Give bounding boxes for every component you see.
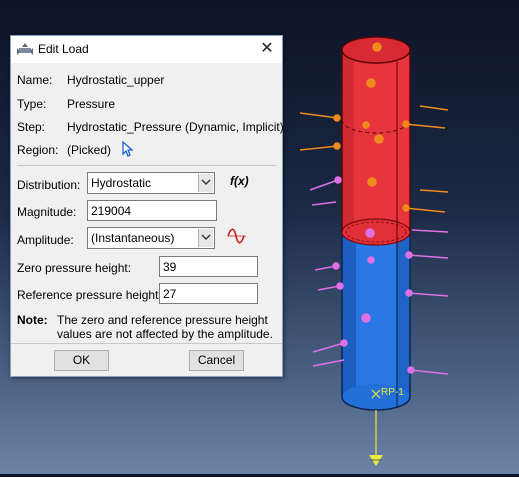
edit-load-dialog: Edit Load ✕ Name: Hydrostatic_upper Type… xyxy=(10,35,284,377)
name-value: Hydrostatic_upper xyxy=(67,73,165,87)
dialog-titlebar[interactable]: Edit Load ✕ xyxy=(11,36,282,63)
note-label: Note: xyxy=(17,313,48,327)
reference-pressure-height-value: 27 xyxy=(163,287,177,301)
amplitude-select[interactable]: (Instantaneous) xyxy=(87,227,215,249)
reference-pressure-height-label: Reference pressure height: xyxy=(17,288,162,302)
zero-pressure-height-value: 39 xyxy=(163,260,177,274)
reference-pressure-height-field[interactable]: 27 xyxy=(159,283,258,304)
distribution-select[interactable]: Hydrostatic xyxy=(87,172,215,194)
reference-point-label: RP-1 xyxy=(381,387,404,398)
zero-pressure-height-field[interactable]: 39 xyxy=(159,256,258,277)
separator xyxy=(11,343,282,344)
amplitude-wave-icon[interactable] xyxy=(227,227,247,248)
magnitude-field[interactable]: 219004 xyxy=(87,200,217,221)
ok-button[interactable]: OK xyxy=(54,350,109,371)
amplitude-label: Amplitude: xyxy=(17,233,74,247)
cancel-button[interactable]: Cancel xyxy=(189,350,244,371)
type-value: Pressure xyxy=(67,97,116,111)
close-button[interactable]: ✕ xyxy=(255,38,279,60)
magnitude-field-value: 219004 xyxy=(91,204,132,218)
chevron-down-icon[interactable] xyxy=(198,229,213,247)
distribution-select-value: Hydrostatic xyxy=(91,176,152,190)
name-label: Name: xyxy=(17,73,53,87)
distribution-label: Distribution: xyxy=(17,178,81,192)
region-pick-cursor-icon[interactable] xyxy=(121,140,135,160)
region-value: (Picked) xyxy=(67,143,112,157)
chevron-down-icon[interactable] xyxy=(198,174,213,192)
separator xyxy=(17,165,276,166)
note-text: The zero and reference pressure height v… xyxy=(57,313,273,341)
region-label: Region: xyxy=(17,143,59,157)
magnitude-label: Magnitude: xyxy=(17,205,77,219)
lower-cylinder[interactable] xyxy=(341,232,411,411)
edit-load-icon xyxy=(17,42,33,58)
dialog-title: Edit Load xyxy=(38,42,89,56)
zero-pressure-height-label: Zero pressure height: xyxy=(17,261,132,275)
type-label: Type: xyxy=(17,97,47,111)
step-value: Hydrostatic_Pressure (Dynamic, Implicit) xyxy=(67,120,284,134)
amplitude-select-value: (Instantaneous) xyxy=(91,231,175,245)
step-label: Step: xyxy=(17,120,46,134)
fx-button[interactable]: f(x) xyxy=(230,174,249,188)
